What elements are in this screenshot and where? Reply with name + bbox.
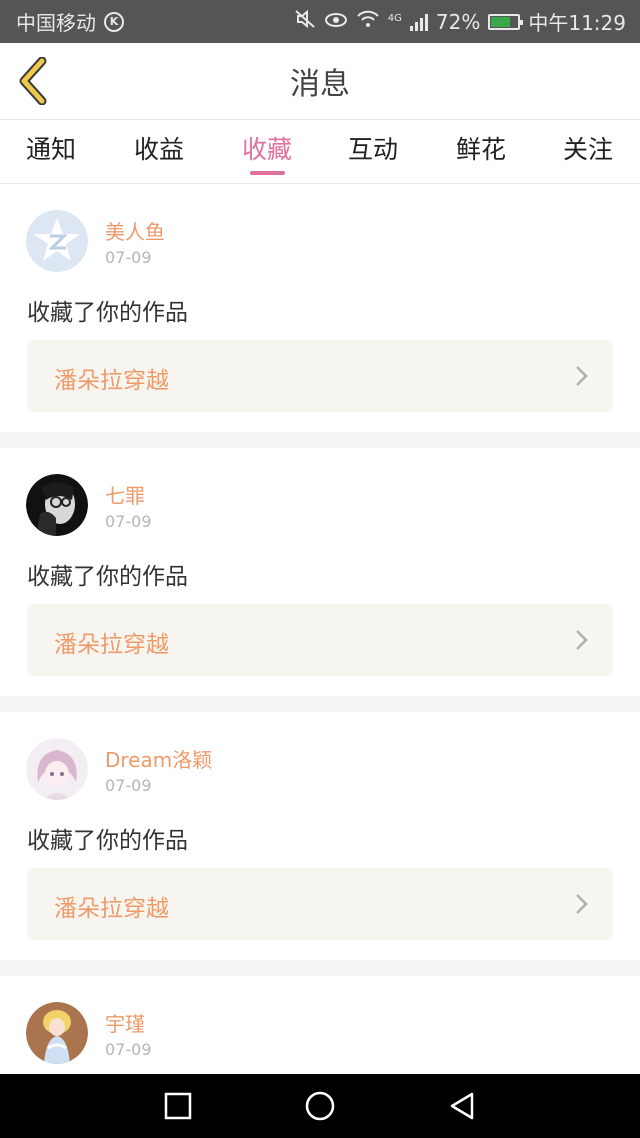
- message-card: 七罪 07-09 收藏了你的作品 潘朵拉穿越: [0, 448, 640, 696]
- default-star-avatar-icon: [26, 210, 88, 272]
- battery-level-fill: [491, 16, 511, 27]
- message-text: 收藏了你的作品: [27, 564, 188, 590]
- work-title: 潘朵拉穿越: [54, 632, 169, 658]
- chevron-right-icon: [576, 894, 588, 914]
- message-text: 收藏了你的作品: [27, 828, 188, 854]
- tab-flowers[interactable]: 鲜花: [456, 130, 506, 176]
- work-title: 潘朵拉穿越: [54, 896, 169, 922]
- message-date: 07-09: [105, 512, 152, 531]
- username[interactable]: 七罪: [105, 480, 145, 509]
- username[interactable]: 美人鱼: [105, 216, 165, 245]
- back-nav-button[interactable]: [446, 1090, 478, 1122]
- work-link[interactable]: 潘朵拉穿越: [27, 340, 613, 412]
- network-type-label: 4G: [387, 13, 402, 24]
- wifi-icon: [356, 9, 380, 34]
- tab-follows[interactable]: 关注: [563, 130, 613, 176]
- tab-earnings[interactable]: 收益: [134, 130, 184, 176]
- back-arrow-icon: [19, 56, 47, 106]
- status-bar: 中国移动 K 4G 72% 中午11:29: [0, 0, 640, 43]
- work-title: 潘朵拉穿越: [54, 368, 169, 394]
- message-card: 宇瑾 07-09: [0, 976, 640, 1074]
- home-button[interactable]: [304, 1090, 336, 1122]
- username[interactable]: Dream洛颖: [105, 744, 212, 773]
- avatar[interactable]: [26, 210, 88, 272]
- dark-photo-avatar-icon: [26, 474, 88, 536]
- message-date: 07-09: [105, 248, 152, 267]
- avatar[interactable]: [26, 1002, 88, 1064]
- carrier-label: 中国移动: [16, 11, 96, 35]
- anime-girl-avatar-icon: [26, 738, 88, 800]
- tab-bar: 通知 收益 收藏 互动 鲜花 关注: [0, 120, 640, 184]
- back-button[interactable]: [16, 56, 52, 106]
- message-date: 07-09: [105, 1040, 152, 1059]
- clock: 中午11:29: [528, 11, 626, 35]
- eye-icon: [324, 10, 348, 34]
- page-title: 消息: [290, 67, 350, 102]
- tab-notifications[interactable]: 通知: [26, 130, 76, 176]
- system-nav-bar: [0, 1074, 640, 1138]
- chevron-right-icon: [576, 630, 588, 650]
- avatar[interactable]: [26, 738, 88, 800]
- carrier-badge-icon: K: [104, 11, 124, 32]
- recents-button[interactable]: [162, 1090, 194, 1122]
- triangle-back-icon: [450, 1092, 474, 1120]
- message-card: Dream洛颖 07-09 收藏了你的作品 潘朵拉穿越: [0, 712, 640, 960]
- battery-icon: [488, 13, 524, 30]
- work-link[interactable]: 潘朵拉穿越: [27, 604, 613, 676]
- signal-icon: [409, 13, 428, 31]
- work-link[interactable]: 潘朵拉穿越: [27, 868, 613, 940]
- message-date: 07-09: [105, 776, 152, 795]
- message-card: 美人鱼 07-09 收藏了你的作品 潘朵拉穿越: [0, 184, 640, 432]
- active-tab-indicator: [250, 171, 285, 175]
- username[interactable]: 宇瑾: [105, 1008, 145, 1037]
- tab-interactions[interactable]: 互动: [348, 130, 398, 176]
- circle-icon: [305, 1091, 335, 1121]
- chevron-right-icon: [576, 366, 588, 386]
- tab-favorites[interactable]: 收藏: [242, 130, 292, 176]
- mute-icon: [294, 9, 316, 34]
- doll-avatar-icon: [26, 1002, 88, 1064]
- message-text: 收藏了你的作品: [27, 300, 188, 326]
- battery-percent: 72%: [435, 9, 481, 34]
- square-icon: [164, 1092, 192, 1120]
- avatar[interactable]: [26, 474, 88, 536]
- app-header: 消息: [0, 43, 640, 120]
